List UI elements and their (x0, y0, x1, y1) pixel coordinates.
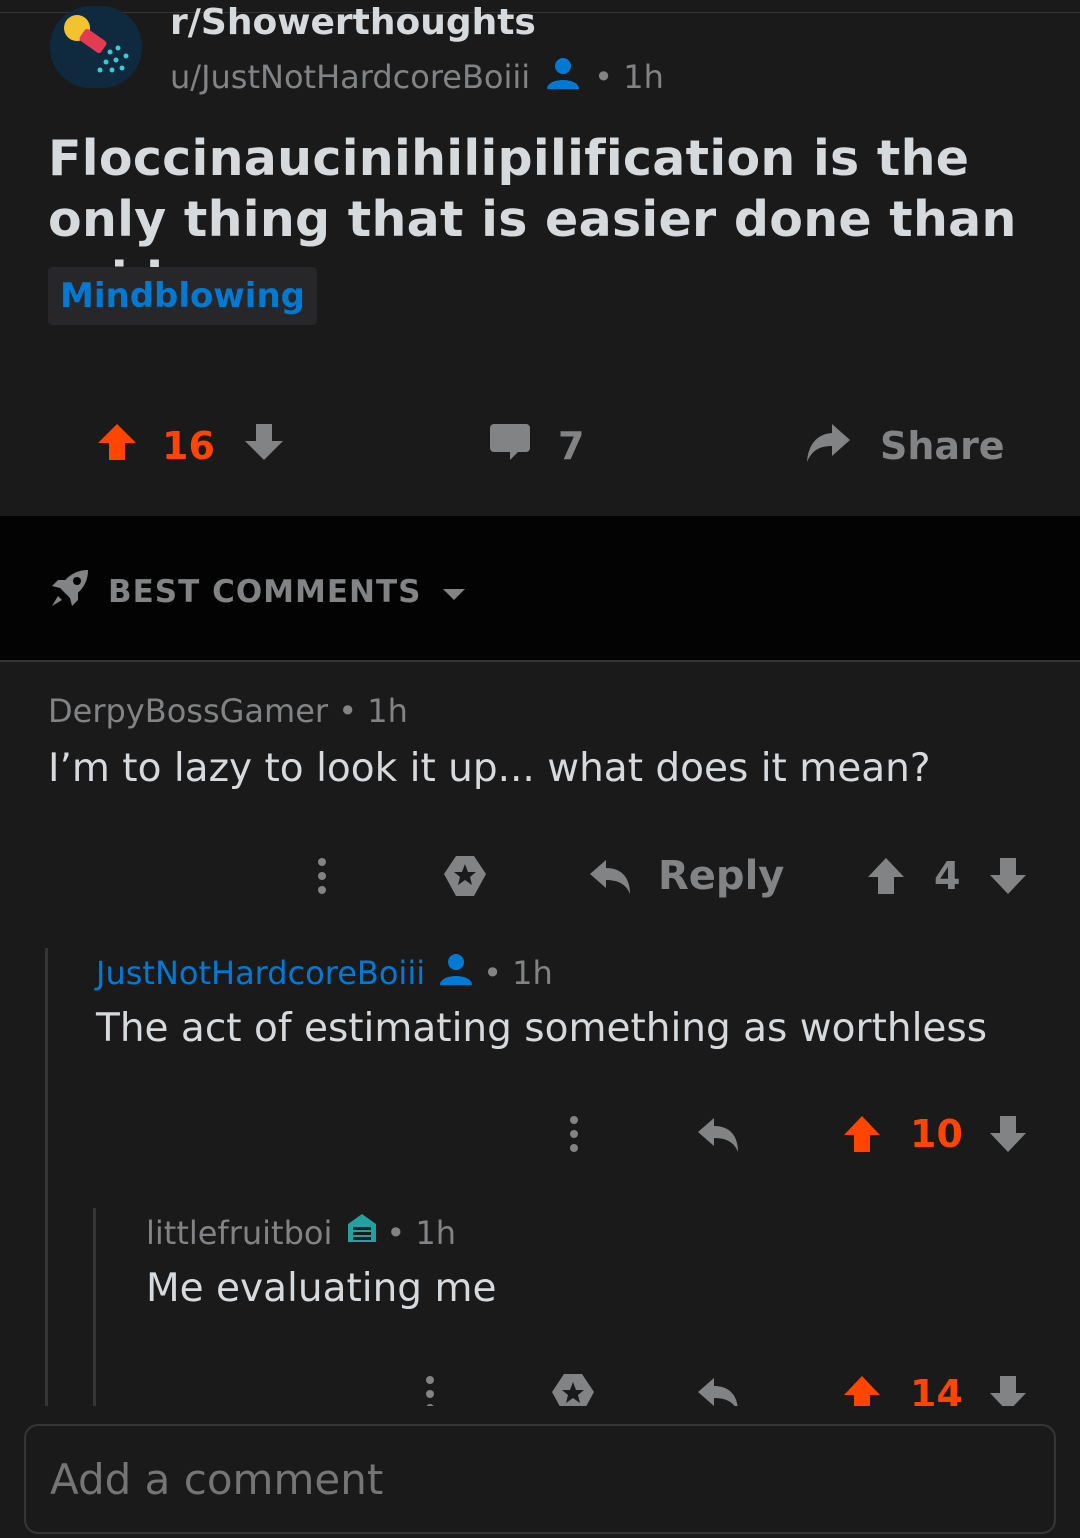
post-meta: u/JustNotHardcoreBoiii • 1h (170, 56, 664, 98)
downvote-arrow-icon[interactable] (988, 1362, 1028, 1406)
post-vote-group: 16 (96, 410, 285, 482)
meta-separator: • (328, 692, 368, 730)
flair-badge-icon (344, 1212, 380, 1254)
comment-body: I’m to lazy to look it up... what does i… (48, 746, 931, 791)
comment-body: Me evaluating me (146, 1266, 497, 1311)
comment-score: 14 (910, 1372, 963, 1406)
upvote-arrow-icon[interactable] (842, 1102, 882, 1166)
downvote-arrow-icon[interactable] (243, 421, 285, 472)
comments-button[interactable]: 7 (488, 410, 584, 482)
comment-action-bar: 10 (0, 1102, 1080, 1166)
comment-bubble-icon (488, 422, 532, 471)
comment-score: 4 (934, 854, 961, 898)
chevron-down-icon (441, 574, 467, 610)
reply-arrow-icon[interactable] (694, 1362, 742, 1406)
post-action-bar: 16 7 Share (0, 410, 1080, 482)
comment-meta: JustNotHardcoreBoiii • 1h (96, 952, 553, 994)
award-icon[interactable] (442, 844, 488, 908)
post-time: 1h (623, 58, 664, 96)
meta-separator: • (386, 1214, 416, 1252)
sort-label: BEST COMMENTS (108, 574, 422, 610)
comment-meta: littlefruitboi • 1h (146, 1212, 456, 1254)
comment-composer-bar (0, 1406, 1080, 1538)
share-arrow-icon (804, 420, 852, 473)
reply-label: Reply (658, 853, 785, 899)
comment-score: 10 (910, 1112, 963, 1156)
user-icon (437, 952, 475, 994)
upvote-arrow-icon[interactable] (96, 421, 138, 472)
upvote-arrow-icon[interactable] (866, 844, 906, 908)
comment-action-bar: 14 (0, 1362, 1080, 1406)
comment-body: The act of estimating something as worth… (96, 1006, 988, 1051)
post-flair[interactable]: Mindblowing (48, 267, 317, 325)
reply-button[interactable]: Reply (586, 844, 784, 908)
more-dots-icon[interactable] (302, 844, 342, 908)
comment-time: 1h (367, 692, 408, 730)
more-dots-icon[interactable] (410, 1362, 450, 1406)
meta-separator: • (483, 954, 513, 992)
reply-arrow-icon[interactable] (694, 1102, 742, 1166)
comment-author[interactable]: JustNotHardcoreBoiii (96, 954, 425, 992)
award-icon[interactable] (550, 1362, 596, 1406)
comment-time: 1h (512, 954, 553, 992)
comment-author[interactable]: DerpyBossGamer (48, 692, 328, 730)
comments-list: DerpyBossGamer • 1h I’m to lazy to look … (0, 662, 1080, 1406)
post-score: 16 (162, 424, 215, 468)
meta-separator: • (594, 58, 624, 96)
subreddit-name[interactable]: r/Showerthoughts (170, 2, 536, 43)
comment-meta: DerpyBossGamer • 1h (48, 692, 408, 730)
post-card: r/Showerthoughts u/JustNotHardcoreBoiii … (0, 0, 1080, 516)
add-comment-input[interactable] (24, 1424, 1056, 1534)
share-button[interactable]: Share (804, 410, 1005, 482)
more-dots-icon[interactable] (554, 1102, 594, 1166)
upvote-arrow-icon[interactable] (842, 1362, 882, 1406)
top-divider (0, 12, 1080, 13)
comment-action-bar: Reply 4 (0, 844, 1080, 908)
comments-count: 7 (558, 424, 585, 468)
downvote-arrow-icon[interactable] (988, 844, 1028, 908)
comment-time: 1h (415, 1214, 457, 1252)
downvote-arrow-icon[interactable] (988, 1102, 1028, 1166)
post-author[interactable]: u/JustNotHardcoreBoiii (170, 58, 530, 96)
user-icon (544, 56, 582, 98)
sort-bar: BEST COMMENTS (0, 516, 1080, 660)
rocket-icon (48, 566, 92, 618)
comment-author[interactable]: littlefruitboi (146, 1214, 332, 1252)
sort-selector[interactable]: BEST COMMENTS (48, 566, 467, 618)
subreddit-avatar[interactable] (50, 6, 142, 88)
thread-line[interactable] (45, 948, 48, 1406)
share-label: Share (880, 424, 1005, 468)
